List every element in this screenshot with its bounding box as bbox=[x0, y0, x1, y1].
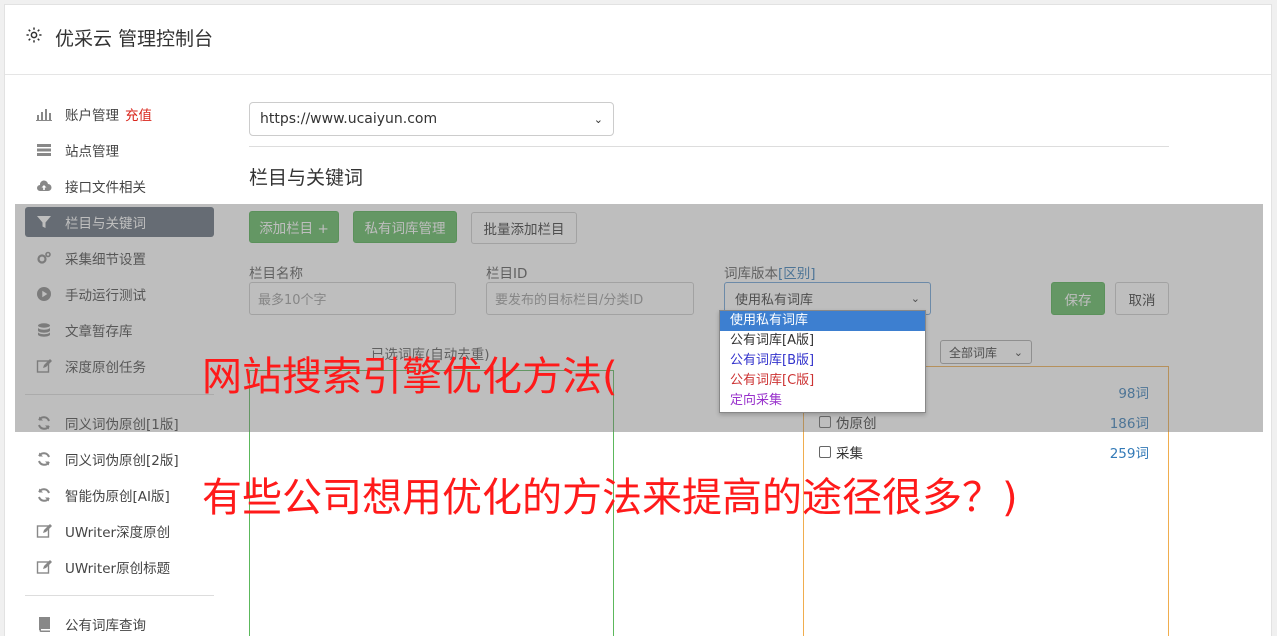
lib-name: 伪原创 bbox=[836, 416, 877, 432]
add-column-button[interactable]: 添加栏目 + bbox=[249, 211, 339, 243]
book-icon bbox=[35, 616, 53, 632]
lib-checkbox[interactable] bbox=[819, 416, 831, 428]
edit-icon bbox=[35, 559, 53, 575]
bar-chart-icon bbox=[35, 106, 53, 122]
column-name-label: 栏目名称 bbox=[249, 266, 303, 282]
section-divider bbox=[249, 146, 1169, 147]
dropdown-option[interactable]: 定向采集 bbox=[720, 391, 925, 411]
lib-count: 98词 bbox=[1118, 386, 1149, 402]
sidebar-item-columns[interactable]: 栏目与关键词 bbox=[25, 207, 214, 237]
sidebar-item-synonym-v2[interactable]: 同义词伪原创[2版] bbox=[25, 444, 214, 474]
sidebar-item-ai-original[interactable]: 智能伪原创[AI版] bbox=[25, 480, 214, 510]
sidebar-item-article-store[interactable]: 文章暂存库 bbox=[25, 315, 214, 345]
lib-version-dropdown: 使用私有词库 公有词库[A版] 公有词库[B版] 公有词库[C版] 定向采集 bbox=[719, 310, 926, 413]
cloud-upload-icon bbox=[35, 178, 53, 194]
chevron-down-icon: ⌄ bbox=[593, 112, 603, 126]
console-title: 优采云 管理控制台 bbox=[55, 28, 214, 50]
play-circle-icon bbox=[35, 286, 53, 302]
lib-count: 186词 bbox=[1109, 416, 1149, 432]
lib-filter-value: 全部词库 bbox=[949, 345, 998, 360]
column-name-input[interactable]: 最多10个字 bbox=[249, 282, 456, 315]
section-title: 栏目与关键词 bbox=[249, 167, 364, 189]
edit-icon bbox=[35, 523, 53, 539]
edit-icon bbox=[35, 358, 53, 374]
sidebar-item-account[interactable]: 账户管理 充值 bbox=[25, 99, 214, 129]
sidebar-item-label: UWriter原创标题 bbox=[65, 561, 171, 577]
chevron-down-icon: ⌄ bbox=[1013, 345, 1023, 359]
chevron-down-icon: ⌄ bbox=[910, 292, 920, 305]
sidebar-item-label: 采集细节设置 bbox=[65, 252, 146, 268]
database-icon bbox=[35, 322, 53, 338]
sidebar-divider bbox=[25, 394, 214, 395]
cogs-icon bbox=[35, 250, 53, 266]
dropdown-option[interactable]: 使用私有词库 bbox=[720, 311, 925, 331]
overlay-caption-line1: 网站搜索引擎优化方法( bbox=[202, 354, 618, 400]
recharge-link[interactable]: 充值 bbox=[125, 104, 152, 124]
lib-row[interactable]: 采集 259词 bbox=[819, 442, 1149, 462]
lib-version-label-text: 词库版本 bbox=[724, 266, 778, 282]
save-button[interactable]: 保存 bbox=[1051, 282, 1105, 315]
sidebar-item-deep-original[interactable]: 深度原创任务 bbox=[25, 351, 214, 381]
sidebar-item-label: UWriter深度原创 bbox=[65, 525, 171, 541]
overlay-caption-line2: 有些公司想用优化的方法来提高的途径很多？) bbox=[202, 475, 1018, 521]
site-select-value: https://www.ucaiyun.com bbox=[260, 111, 438, 127]
sidebar-item-label: 账户管理 bbox=[65, 108, 119, 124]
sidebar-item-interface[interactable]: 接口文件相关 bbox=[25, 171, 214, 201]
sidebar-item-manual-run[interactable]: 手动运行测试 bbox=[25, 279, 214, 309]
refresh-icon bbox=[35, 415, 53, 431]
gear-icon bbox=[26, 27, 42, 43]
lib-filter-select[interactable]: 全部词库 ⌄ bbox=[940, 340, 1032, 364]
refresh-icon bbox=[35, 487, 53, 503]
cancel-button[interactable]: 取消 bbox=[1115, 282, 1169, 315]
sidebar-item-label: 站点管理 bbox=[65, 144, 119, 160]
private-lib-button[interactable]: 私有词库管理 bbox=[353, 211, 457, 243]
site-select[interactable]: https://www.ucaiyun.com ⌄ bbox=[249, 102, 614, 136]
sidebar-item-label: 栏目与关键词 bbox=[65, 216, 146, 232]
diff-link[interactable]: [区别] bbox=[778, 266, 816, 282]
dropdown-option[interactable]: 公有词库[B版] bbox=[720, 351, 925, 371]
lib-checkbox[interactable] bbox=[819, 446, 831, 458]
refresh-icon bbox=[35, 451, 53, 467]
sidebar-item-uwriter-title[interactable]: UWriter原创标题 bbox=[25, 552, 214, 582]
sidebar-item-collect-settings[interactable]: 采集细节设置 bbox=[25, 243, 214, 273]
sidebar-divider bbox=[25, 595, 214, 596]
sidebar-item-label: 手动运行测试 bbox=[65, 288, 146, 304]
page-header: 优采云 管理控制台 bbox=[5, 5, 1271, 75]
filter-icon bbox=[35, 214, 53, 230]
lib-version-value: 使用私有词库 bbox=[735, 293, 814, 308]
sidebar-item-label: 同义词伪原创[1版] bbox=[65, 417, 179, 433]
sidebar-item-sites[interactable]: 站点管理 bbox=[25, 135, 214, 165]
console-frame: 优采云 管理控制台 账户管理 充值 站点管理 接口文件相关 栏目与关键词 采集细… bbox=[4, 4, 1272, 636]
sidebar-item-uwriter-deep[interactable]: UWriter深度原创 bbox=[25, 516, 214, 546]
sidebar-item-label: 文章暂存库 bbox=[65, 324, 133, 340]
column-id-label: 栏目ID bbox=[486, 266, 528, 282]
server-icon bbox=[35, 142, 53, 158]
lib-count: 259词 bbox=[1109, 446, 1149, 462]
sidebar-item-synonym-v1[interactable]: 同义词伪原创[1版] bbox=[25, 408, 214, 438]
sidebar-item-label: 深度原创任务 bbox=[65, 360, 146, 376]
sidebar-item-label: 接口文件相关 bbox=[65, 180, 146, 196]
dropdown-option[interactable]: 公有词库[A版] bbox=[720, 331, 925, 351]
column-id-input[interactable]: 要发布的目标栏目/分类ID bbox=[486, 282, 694, 315]
lib-name: 采集 bbox=[836, 446, 863, 462]
dropdown-option[interactable]: 公有词库[C版] bbox=[720, 371, 925, 391]
sidebar-item-label: 公有词库查询 bbox=[65, 618, 146, 634]
sidebar-item-label: 智能伪原创[AI版] bbox=[65, 489, 170, 505]
lib-row[interactable]: 伪原创 186词 bbox=[819, 412, 1149, 432]
sidebar-item-public-lib[interactable]: 公有词库查询 bbox=[25, 609, 214, 636]
batch-add-button[interactable]: 批量添加栏目 bbox=[471, 212, 577, 244]
sidebar-item-label: 同义词伪原创[2版] bbox=[65, 453, 179, 469]
lib-version-label: 词库版本[区别] bbox=[724, 262, 816, 282]
